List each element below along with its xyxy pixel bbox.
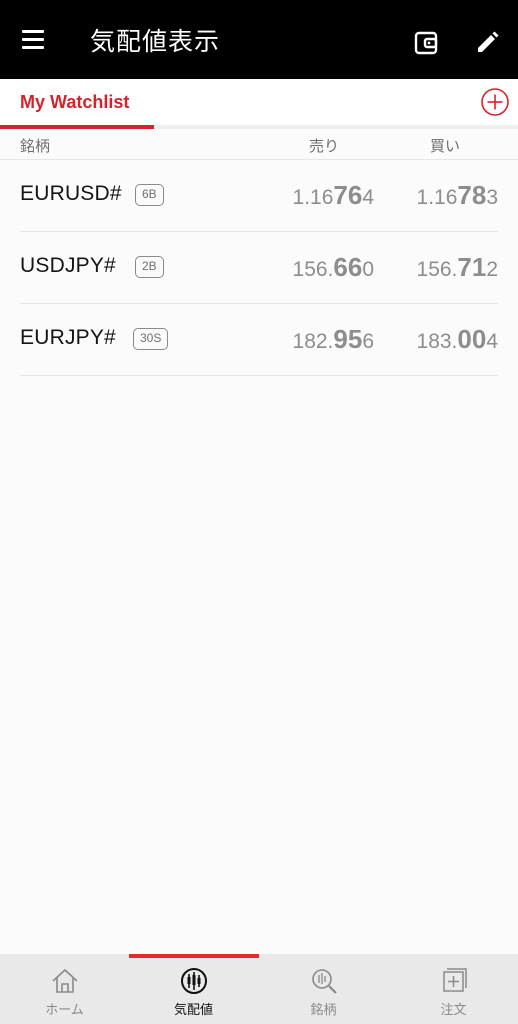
page-title: 気配値表示 (90, 27, 221, 56)
quotes-icon (180, 968, 207, 994)
column-ask: 買い (430, 137, 461, 155)
plus-circle-icon (481, 88, 509, 116)
price-fraction: 4 (486, 330, 498, 353)
spread-badge: 30S (133, 328, 169, 350)
price-prefix: 1.16 (292, 186, 334, 209)
app-bar: 気配値表示 (0, 0, 518, 79)
ask-price[interactable]: 1.16783 (417, 180, 498, 211)
column-symbol: 銘柄 (20, 137, 51, 155)
symbol-name: USDJPY# (20, 254, 116, 277)
watchlist-row[interactable]: EURJPY# 30S 182.956 183.004 (20, 304, 498, 376)
nav-label: ホーム (45, 1003, 84, 1018)
watchlist-row[interactable]: USDJPY# 2B 156.660 156.712 (20, 232, 498, 304)
home-icon (51, 968, 78, 993)
ask-price[interactable]: 183.004 (417, 324, 498, 355)
chart-search-icon (311, 969, 337, 994)
tab-label: My Watchlist (20, 92, 130, 112)
edit-icon[interactable] (473, 29, 501, 57)
price-fraction: 4 (362, 186, 374, 209)
ask-price[interactable]: 156.712 (417, 252, 498, 283)
spread-badge: 2B (135, 256, 164, 278)
price-prefix: 156. (416, 258, 458, 281)
nav-label: 銘柄 (310, 1003, 337, 1018)
nav-label: 注文 (440, 1003, 467, 1018)
nav-order[interactable]: 注文 (389, 954, 518, 1024)
bid-price[interactable]: 156.660 (293, 252, 374, 283)
nav-symbols[interactable]: 銘柄 (259, 954, 388, 1024)
bid-price[interactable]: 1.16764 (293, 180, 374, 211)
price-fraction: 2 (486, 258, 498, 281)
price-pips: 71 (457, 252, 487, 282)
symbol-name: EURJPY# (20, 326, 116, 349)
tab-my-watchlist[interactable]: My Watchlist (0, 79, 154, 129)
nav-home[interactable]: ホーム (0, 954, 129, 1024)
price-pips: 66 (333, 252, 363, 282)
price-prefix: 156. (292, 258, 334, 281)
price-pips: 78 (457, 180, 487, 210)
watchlist-tabs: My Watchlist (0, 79, 518, 129)
nav-quotes[interactable]: 気配値 (129, 954, 258, 1024)
symbol-name: EURUSD# (20, 182, 122, 205)
column-bid: 売り (309, 137, 340, 155)
add-watchlist-button[interactable] (480, 87, 510, 117)
spread-badge: 6B (135, 184, 164, 206)
bid-price[interactable]: 182.956 (293, 324, 374, 355)
price-pips: 00 (457, 324, 487, 354)
price-prefix: 1.16 (416, 186, 458, 209)
price-prefix: 183. (416, 330, 458, 353)
price-fraction: 0 (362, 258, 374, 281)
price-fraction: 6 (362, 330, 374, 353)
price-fraction: 3 (486, 186, 498, 209)
order-icon (442, 968, 467, 992)
price-prefix: 182. (292, 330, 334, 353)
bottom-navigation: ホーム 気配値 銘柄 注文 (0, 954, 518, 1024)
nav-label: 気配値 (173, 1003, 213, 1018)
price-pips: 95 (333, 324, 363, 354)
price-pips: 76 (333, 180, 363, 210)
menu-icon[interactable] (20, 28, 50, 52)
column-headers: 銘柄 売り 買い (0, 129, 518, 160)
watchlist-row[interactable]: EURUSD# 6B 1.16764 1.16783 (20, 160, 498, 232)
wallet-icon[interactable] (413, 30, 441, 56)
